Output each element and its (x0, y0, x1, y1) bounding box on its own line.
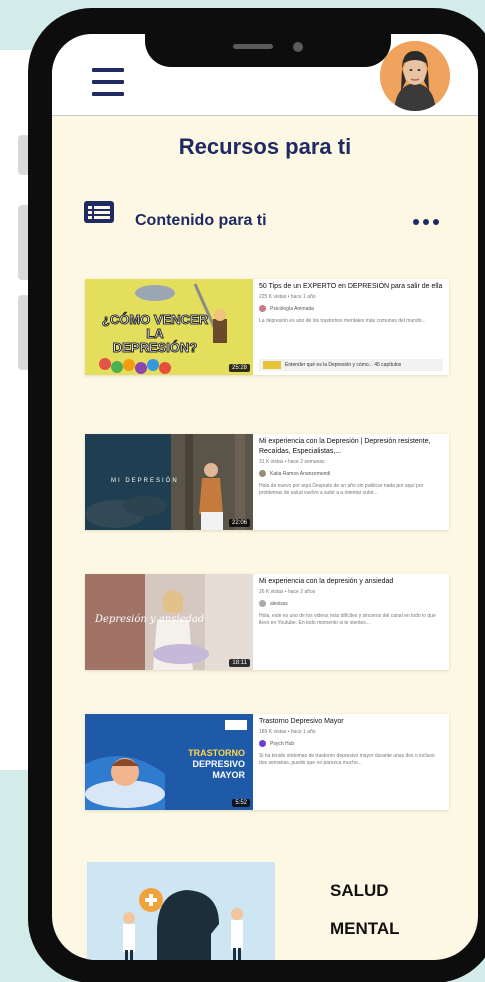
video-description-2: Hola de nuevo por aquí Después de un año… (259, 483, 424, 496)
channel-name: Katia Ramos Ananzemendi (270, 470, 331, 477)
video-meta-2: 31 K vistas • hace 2 semanas (259, 459, 325, 465)
mental-health-label: SALUD MENTAL (330, 872, 400, 948)
video-description-3: Hola, este es uno de los videos más difí… (259, 613, 436, 626)
chapter-thumbnail (263, 361, 281, 369)
video-channel-4[interactable]: Psych Hub (259, 740, 443, 747)
video-duration-3: 18:11 (229, 659, 250, 667)
video-meta-3: 26 K vistas • hace 2 años (259, 589, 316, 595)
video-title-1[interactable]: 50 Tips de un EXPERTO en DEPRESIÓN para … (259, 282, 443, 292)
video-meta-4: 189 K vistas • hace 1 año (259, 729, 316, 735)
thumbnail-text-2: DEPRESIVO (192, 759, 245, 769)
thumbnail-text-3: MAYOR (212, 770, 245, 780)
channel-avatar-icon (259, 600, 266, 607)
list-icon (83, 200, 115, 224)
thumbnail-text: Depresión y ansiedad (95, 614, 205, 625)
mental-health-line-1: SALUD (330, 881, 389, 900)
channel-name: Psych Hub (270, 740, 295, 747)
video-channel-1[interactable]: Psicología Animada (259, 305, 443, 312)
video-duration-1: 25:28 (228, 364, 250, 372)
more-horizontal-icon[interactable] (412, 214, 440, 225)
phone-notch (145, 34, 391, 67)
video-description-1: La depresión es uno de los trastornos me… (259, 318, 426, 324)
video-duration-2: 22:06 (228, 519, 250, 527)
video-card-1[interactable]: ¿CÓMO VENCER LA DEPRESIÓN? 25:28 50 Tips… (85, 279, 449, 375)
video-thumbnail-4[interactable]: TRASTORNO DEPRESIVO MAYOR 5:52 (85, 714, 253, 810)
video-channel-3[interactable]: alexisss (259, 600, 443, 607)
thumbnail-text-1: ¿CÓMO VENCER LA (101, 312, 209, 341)
video-title-4[interactable]: Trastorno Depresivo Mayor (259, 717, 443, 727)
channel-avatar-icon (259, 305, 266, 312)
channel-name: Psicología Animada (270, 305, 314, 312)
user-avatar[interactable] (380, 41, 450, 111)
video-channel-2[interactable]: Katia Ramos Ananzemendi (259, 470, 443, 477)
mental-health-line-2: MENTAL (330, 919, 400, 938)
channel-avatar-icon (259, 470, 266, 477)
mental-health-illustration[interactable] (87, 862, 275, 960)
hamburger-icon[interactable] (92, 68, 124, 96)
video-duration-4: 5:52 (232, 799, 250, 807)
chapters-label: Entender qué es la Depresión y cómo... 4… (285, 362, 402, 368)
video-thumbnail-3[interactable]: Depresión y ansiedad 18:11 (85, 574, 253, 670)
speaker-grille (233, 44, 273, 49)
phone-screen: Recursos para ti Contenido para ti ¿CÓMO… (52, 34, 478, 960)
video-description-4: Si ha tenido síntomas de trastorno depre… (259, 753, 435, 766)
video-card-2[interactable]: MI DEPRESIÓN 22:06 Mi experiencia con la… (85, 434, 449, 530)
video-title-3[interactable]: Mi experiencia con la depresión y ansied… (259, 577, 443, 587)
section-title: Contenido para ti (135, 212, 267, 229)
video-thumbnail-2[interactable]: MI DEPRESIÓN 22:06 (85, 434, 253, 530)
channel-avatar-icon (259, 740, 266, 747)
front-camera (293, 42, 303, 52)
page-title: Recursos para ti (178, 134, 352, 159)
thumbnail-text-2: DEPRESIÓN? (112, 340, 198, 355)
channel-name: alexisss (270, 600, 288, 607)
video-title-2[interactable]: Mi experiencia con la Depresión | Depres… (259, 437, 443, 457)
thumbnail-text: MI DEPRESIÓN (111, 478, 179, 484)
thumbnail-text-1: TRASTORNO (188, 748, 245, 758)
video-card-3[interactable]: Depresión y ansiedad 18:11 Mi experienci… (85, 574, 449, 670)
video-thumbnail-1[interactable]: ¿CÓMO VENCER LA DEPRESIÓN? 25:28 (85, 279, 253, 375)
video-meta-1: 225 K vistas • hace 1 año (259, 294, 316, 300)
video-chapters-1[interactable]: Entender qué es la Depresión y cómo... 4… (259, 359, 443, 371)
video-card-4[interactable]: TRASTORNO DEPRESIVO MAYOR 5:52 Trastorno… (85, 714, 449, 810)
